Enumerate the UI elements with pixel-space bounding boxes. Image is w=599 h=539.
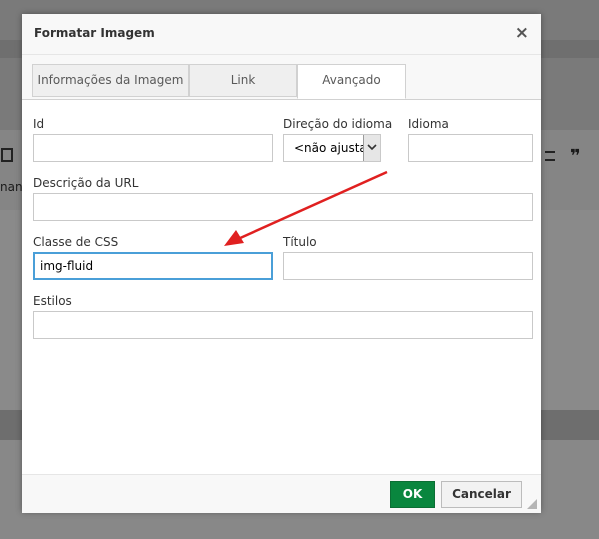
url-description-label: Descrição da URL bbox=[33, 176, 139, 190]
title-label: Título bbox=[283, 235, 317, 249]
dialog-footer: OK Cancelar bbox=[22, 474, 541, 513]
format-image-dialog: Formatar Imagem × Informações da Imagem … bbox=[22, 14, 541, 513]
resize-handle-icon[interactable] bbox=[527, 499, 537, 509]
language-direction-select[interactable]: <não ajustado> bbox=[283, 134, 381, 162]
css-class-input[interactable]: img-fluid bbox=[33, 252, 273, 280]
dialog-titlebar[interactable]: Formatar Imagem × bbox=[22, 14, 541, 55]
blockquote-icon: ❞ bbox=[570, 146, 581, 167]
id-input[interactable] bbox=[33, 134, 273, 162]
tab-image-info[interactable]: Informações da Imagem bbox=[32, 64, 189, 97]
language-label: Idioma bbox=[408, 117, 449, 131]
title-input[interactable] bbox=[283, 252, 533, 280]
language-direction-label: Direção do idioma bbox=[283, 117, 393, 131]
language-input[interactable] bbox=[408, 134, 533, 162]
id-label: Id bbox=[33, 117, 45, 131]
url-description-input[interactable] bbox=[33, 193, 533, 221]
tab-advanced[interactable]: Avançado bbox=[297, 64, 406, 99]
styles-input[interactable] bbox=[33, 311, 533, 339]
styles-label: Estilos bbox=[33, 294, 72, 308]
align-icon bbox=[545, 151, 555, 161]
close-icon[interactable]: × bbox=[515, 23, 529, 43]
paste-icon bbox=[1, 148, 13, 162]
tab-link[interactable]: Link bbox=[189, 64, 297, 97]
tab-bar: Informações da Imagem Link Avançado bbox=[22, 55, 541, 100]
chevron-down-icon[interactable] bbox=[363, 135, 380, 161]
ok-button[interactable]: OK bbox=[390, 481, 435, 508]
css-class-label: Classe de CSS bbox=[33, 235, 119, 249]
cancel-button[interactable]: Cancelar bbox=[441, 481, 522, 508]
dialog-title: Formatar Imagem bbox=[34, 26, 155, 40]
